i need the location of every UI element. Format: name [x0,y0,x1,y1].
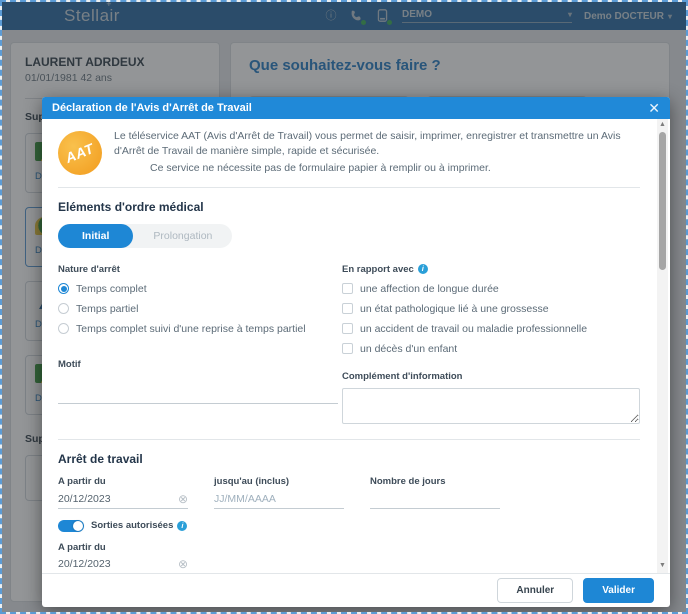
radio-icon[interactable] [58,323,69,334]
until-date-input-wrap [214,491,344,509]
arret-type-toggle: Initial Prolongation [58,224,232,248]
sorties-from-input-wrap: ⊗ [58,556,188,573]
sorties-from-field: A partir du ⊗ [58,542,640,573]
radio-temps-partiel[interactable]: Temps partiel [58,303,342,315]
intro-line-2: Ce service ne nécessite pas de formulair… [150,161,640,176]
info-icon[interactable]: i [418,264,428,274]
scrollbar-thumb[interactable] [659,132,666,270]
until-date-field: jusqu'au (inclus) [214,476,362,509]
radio-temps-complet-reprise[interactable]: Temps complet suivi d'une reprise à temp… [58,323,342,335]
intro-text: Le téléservice AAT (Avis d'Arrêt de Trav… [114,129,640,177]
clear-icon[interactable]: ⊗ [178,494,188,504]
modal-scrollbar[interactable]: ▲ ▼ [657,119,668,573]
radio-icon[interactable] [58,283,69,294]
radio-label: Temps complet [76,283,147,295]
nature-column: Nature d'arrêt Temps complet Temps parti… [58,264,342,429]
medical-form-grid: Nature d'arrêt Temps complet Temps parti… [58,264,640,429]
aat-logo-text: AAT [63,140,96,166]
cancel-button[interactable]: Annuler [497,578,573,603]
checkbox-icon[interactable] [342,323,353,334]
until-date-input[interactable] [214,493,344,505]
from-date-input[interactable] [58,493,178,505]
nature-label: Nature d'arrêt [58,264,342,275]
from-date-input-wrap: ⊗ [58,491,188,509]
medical-section-title: Eléments d'ordre médical [58,200,640,214]
divider [58,439,640,440]
sorties-toggle[interactable] [58,520,84,532]
service-intro: AAT Le téléservice AAT (Avis d'Arrêt de … [58,129,640,177]
sorties-from-input[interactable] [58,558,178,570]
sorties-toggle-label: Sorties autorisées i [91,520,187,531]
modal-header: Déclaration de l'Avis d'Arrêt de Travail… [42,97,670,119]
rapport-column: En rapport avec i une affection de longu… [342,264,640,429]
radio-label: Temps complet suivi d'une reprise à temp… [76,323,306,335]
motif-field: Motif [58,359,338,404]
tab-initial[interactable]: Initial [58,224,133,248]
tab-prolongation[interactable]: Prolongation [133,224,232,248]
complement-textarea[interactable] [342,388,640,424]
days-count-label: Nombre de jours [370,476,518,487]
checkbox-label: un accident de travail ou maladie profes… [360,323,587,335]
screen: Stellair + ⓘ DEMO ▾ Demo DOCTEUR ▾ [0,0,688,614]
aat-logo-icon: AAT [58,131,102,175]
from-date-field: A partir du ⊗ [58,476,206,509]
checkbox-icon[interactable] [342,283,353,294]
days-count-input-wrap [370,491,500,509]
days-count-field: Nombre de jours [370,476,518,509]
rapport-label: En rapport avec i [342,264,640,275]
checkbox-label: un état pathologique lié à une grossesse [360,303,549,315]
radio-icon[interactable] [58,303,69,314]
checkbox-icon[interactable] [342,343,353,354]
clear-icon[interactable]: ⊗ [178,559,188,569]
arret-dates-row: A partir du ⊗ jusqu'au (inclus) Nombre d… [58,476,640,509]
checkbox-label: une affection de longue durée [360,283,499,295]
rapport-label-text: En rapport avec [342,264,414,275]
modal-body: AAT Le téléservice AAT (Avis d'Arrêt de … [42,119,670,573]
checkbox-label: un décès d'un enfant [360,343,457,355]
checkbox-deces-enfant[interactable]: un décès d'un enfant [342,343,640,355]
days-count-input[interactable] [370,493,500,505]
motif-input-wrap [58,386,338,404]
scroll-down-icon[interactable]: ▼ [657,560,668,571]
scroll-up-icon[interactable]: ▲ [657,119,668,130]
complement-field: Complément d'information [342,371,640,429]
sorties-label-text: Sorties autorisées [91,520,173,531]
modal-title: Déclaration de l'Avis d'Arrêt de Travail [52,102,252,114]
until-date-label: jusqu'au (inclus) [214,476,362,487]
divider [58,187,640,188]
checkbox-accident-travail[interactable]: un accident de travail ou maladie profes… [342,323,640,335]
checkbox-icon[interactable] [342,303,353,314]
radio-temps-complet[interactable]: Temps complet [58,283,342,295]
checkbox-grossesse[interactable]: un état pathologique lié à une grossesse [342,303,640,315]
from-date-label: A partir du [58,476,206,487]
arret-section-title: Arrêt de travail [58,452,640,466]
info-icon[interactable]: i [177,521,187,531]
sorties-from-label: A partir du [58,542,640,553]
close-icon[interactable]: ✕ [648,101,660,115]
motif-label: Motif [58,359,338,370]
intro-line-1: Le téléservice AAT (Avis d'Arrêt de Trav… [114,129,640,159]
motif-input[interactable] [58,388,338,400]
submit-button[interactable]: Valider [583,578,654,603]
aat-declaration-modal: Déclaration de l'Avis d'Arrêt de Travail… [42,97,670,607]
sorties-toggle-row: Sorties autorisées i [58,520,640,532]
complement-label: Complément d'information [342,371,640,382]
toggle-knob [73,521,83,531]
checkbox-ald[interactable]: une affection de longue durée [342,283,640,295]
modal-footer: Annuler Valider [42,573,670,607]
radio-label: Temps partiel [76,303,138,315]
